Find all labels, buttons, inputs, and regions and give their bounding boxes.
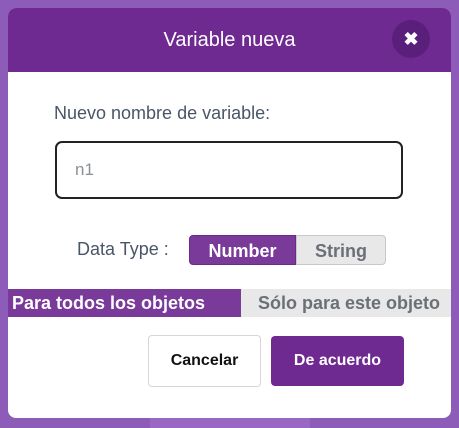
new-variable-dialog: Variable nueva ✖ Nuevo nombre de variabl… bbox=[8, 8, 451, 418]
scope-this-object-option[interactable]: Sólo para este objeto bbox=[241, 289, 451, 317]
dialog-title: Variable nueva bbox=[163, 29, 296, 51]
variable-name-input[interactable] bbox=[55, 141, 403, 199]
data-type-label: Data Type : bbox=[77, 239, 169, 259]
data-type-string-option[interactable]: String bbox=[296, 235, 386, 265]
scope-all-objects-option[interactable]: Para todos los objetos bbox=[8, 289, 241, 317]
data-type-number-option[interactable]: Number bbox=[189, 235, 296, 265]
cancel-button[interactable]: Cancelar bbox=[148, 335, 261, 387]
close-icon[interactable]: ✖ bbox=[392, 20, 430, 58]
variable-name-label: Nuevo nombre de variable: bbox=[54, 103, 271, 123]
dialog-header: Variable nueva ✖ bbox=[8, 8, 451, 72]
ok-button[interactable]: De acuerdo bbox=[271, 336, 404, 386]
